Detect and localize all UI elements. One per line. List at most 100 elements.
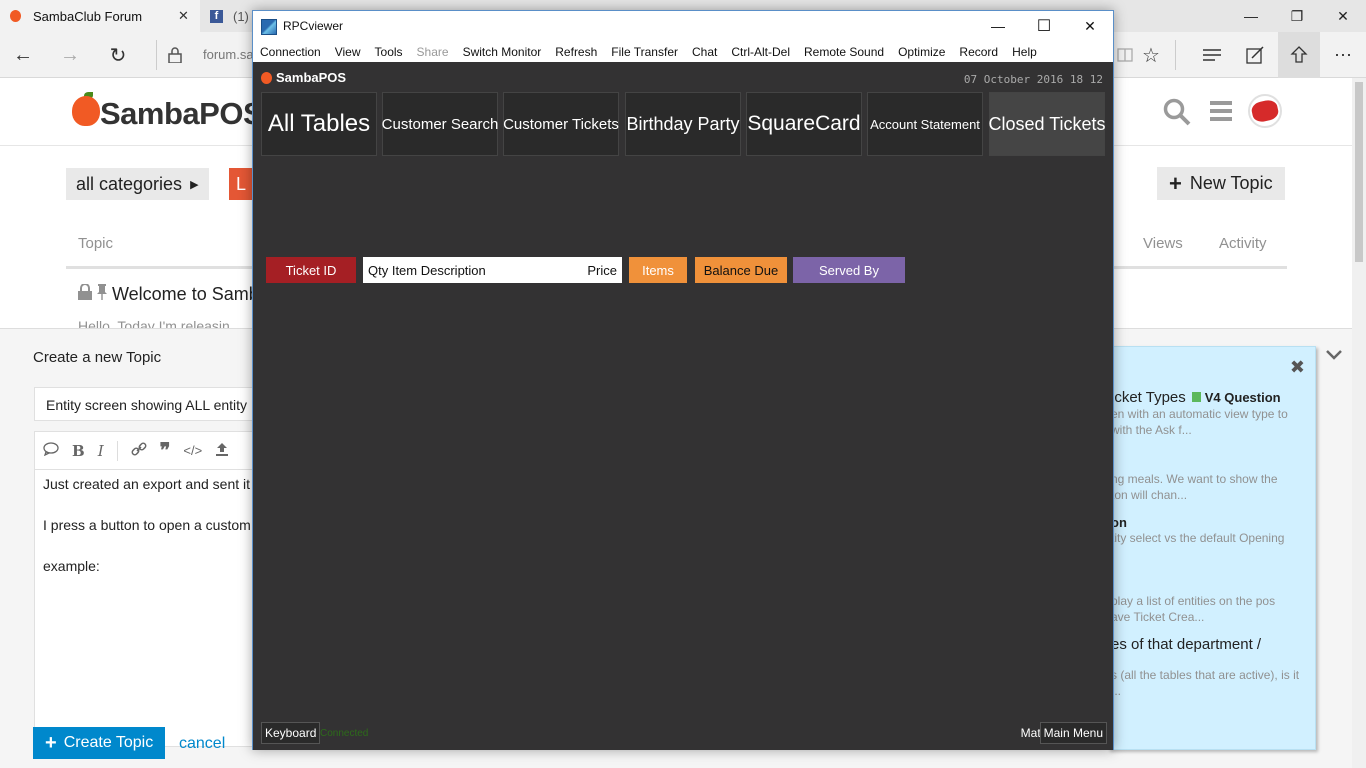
similar-topic-item[interactable]: ng meals. We want to show the ton will c… bbox=[1111, 471, 1315, 503]
menu-connection[interactable]: Connection bbox=[260, 45, 321, 59]
browser-tab-forum[interactable]: SambaClub Forum ✕ bbox=[0, 0, 200, 32]
similar-topic-title[interactable]: es of that department / bbox=[1111, 636, 1315, 653]
similar-topic-title[interactable]: icket Types bbox=[1111, 389, 1186, 406]
browser-restore-button[interactable]: ❐ bbox=[1274, 0, 1320, 32]
latest-nav-button[interactable]: L bbox=[229, 168, 253, 200]
bold-icon[interactable]: B bbox=[72, 442, 85, 460]
rpc-maximize-button[interactable]: ☐ bbox=[1021, 11, 1067, 41]
favorite-star-icon[interactable]: ☆ bbox=[1135, 40, 1167, 70]
hub-icon[interactable] bbox=[1196, 40, 1228, 70]
menu-optimize[interactable]: Optimize bbox=[898, 45, 945, 59]
hamburger-menu-icon[interactable] bbox=[1210, 100, 1232, 127]
browser-tab-facebook[interactable]: f (1) bbox=[200, 0, 254, 32]
browser-minimize-button[interactable]: — bbox=[1228, 0, 1274, 32]
header-price: Price bbox=[587, 262, 617, 278]
more-icon[interactable]: ⋯ bbox=[1327, 40, 1359, 70]
editor-line: Just created an export and sent it bbox=[43, 476, 251, 492]
header-qty-item-description: Qty Item Description bbox=[368, 262, 486, 278]
menu-share[interactable]: Share bbox=[417, 45, 449, 59]
cancel-link[interactable]: cancel bbox=[179, 735, 225, 753]
topic-title-input[interactable]: Entity screen showing ALL entity bbox=[34, 387, 264, 421]
blockquote-icon[interactable]: ❞ bbox=[160, 438, 171, 463]
web-note-icon[interactable] bbox=[1239, 40, 1271, 70]
menu-ctrl-alt-del[interactable]: Ctrl-Alt-Del bbox=[731, 45, 790, 59]
rpcviewer-titlebar[interactable]: RPCviewer — ☐ ✕ bbox=[253, 11, 1113, 41]
composer-editor[interactable]: Just created an export and sent it I pre… bbox=[34, 469, 264, 747]
sambapos-logo: SambaPOS bbox=[261, 70, 346, 85]
rpcviewer-window: RPCviewer — ☐ ✕ Connection View Tools Sh… bbox=[252, 10, 1114, 750]
upload-icon[interactable] bbox=[215, 442, 229, 460]
menu-switch-monitor[interactable]: Switch Monitor bbox=[463, 45, 542, 59]
quote-bubble-icon[interactable] bbox=[43, 441, 59, 460]
entity-button-customer-tickets[interactable]: Customer Tickets bbox=[503, 92, 619, 156]
share-icon[interactable] bbox=[1278, 32, 1320, 78]
editor-toolbar: B I ❞ </> bbox=[34, 431, 264, 469]
pinned-topic-title[interactable]: Welcome to Samb bbox=[112, 284, 259, 305]
menu-remote-sound[interactable]: Remote Sound bbox=[804, 45, 884, 59]
link-icon[interactable] bbox=[131, 441, 147, 461]
similar-topic-item[interactable]: icket Types V4 Question en with an automa… bbox=[1111, 389, 1315, 438]
new-topic-label: New Topic bbox=[1189, 173, 1273, 193]
menu-refresh[interactable]: Refresh bbox=[555, 45, 597, 59]
toolbar-divider bbox=[1175, 40, 1176, 70]
pinned-topic-row[interactable]: Welcome to Samb bbox=[78, 283, 259, 305]
similar-topic-excerpt: play a list of entities on the pos bbox=[1111, 594, 1276, 608]
forum-logo[interactable]: SambaPOS bbox=[100, 96, 264, 132]
menu-view[interactable]: View bbox=[335, 45, 361, 59]
code-icon[interactable]: </> bbox=[183, 443, 202, 458]
rpcviewer-menubar: Connection View Tools Share Switch Monit… bbox=[253, 41, 1113, 62]
similar-topic-excerpt: ave Ticket Crea... bbox=[1111, 610, 1205, 624]
new-topic-button[interactable]: + New Topic bbox=[1157, 167, 1285, 200]
menu-chat[interactable]: Chat bbox=[692, 45, 717, 59]
column-header-topic[interactable]: Topic bbox=[78, 235, 113, 252]
similar-topic-excerpt: ng meals. We want to show the bbox=[1111, 472, 1278, 486]
similar-topic-title[interactable]: on bbox=[1111, 515, 1315, 530]
similar-topic-excerpt: ton will chan... bbox=[1111, 488, 1188, 502]
address-input[interactable]: forum.sa bbox=[203, 47, 254, 62]
column-header-activity[interactable]: Activity bbox=[1219, 235, 1267, 252]
entity-button-squarecard[interactable]: SquareCard bbox=[746, 92, 862, 156]
similar-topic-category[interactable]: V4 Question bbox=[1205, 390, 1281, 405]
header-items: Items bbox=[629, 257, 687, 283]
similar-topic-excerpt: s (all the tables that are active), is i… bbox=[1111, 668, 1300, 682]
entity-button-birthday-party[interactable]: Birthday Party bbox=[625, 92, 741, 156]
entity-button-customer-search[interactable]: Customer Search bbox=[382, 92, 498, 156]
forward-arrow-icon[interactable]: → bbox=[55, 40, 85, 70]
lock-icon bbox=[160, 40, 190, 70]
category-dropdown-label: all categories bbox=[76, 173, 183, 194]
similar-topic-item[interactable]: on tity select vs the default Opening bbox=[1111, 515, 1315, 546]
create-topic-button[interactable]: + Create Topic bbox=[33, 727, 166, 759]
back-arrow-icon[interactable]: ← bbox=[8, 40, 38, 70]
rpc-minimize-button[interactable]: — bbox=[975, 11, 1021, 41]
keyboard-button[interactable]: Keyboard bbox=[261, 722, 321, 744]
rpc-close-button[interactable]: ✕ bbox=[1067, 11, 1113, 41]
menu-help[interactable]: Help bbox=[1012, 45, 1037, 59]
page-scrollbar[interactable] bbox=[1352, 78, 1366, 768]
collapse-chevron-icon[interactable] bbox=[1326, 347, 1342, 365]
similar-topic-item[interactable]: play a list of entities on the pos ave T… bbox=[1111, 593, 1315, 625]
entity-button-closed-tickets[interactable]: Closed Tickets bbox=[988, 92, 1106, 156]
connection-status: Connected bbox=[320, 727, 369, 739]
user-avatar[interactable] bbox=[1248, 94, 1282, 128]
scrollbar-thumb[interactable] bbox=[1355, 82, 1363, 262]
close-tab-icon[interactable]: ✕ bbox=[178, 8, 189, 24]
similar-topic-excerpt: with the Ask f... bbox=[1111, 423, 1192, 437]
entity-button-account-statement[interactable]: Account Statement bbox=[867, 92, 983, 156]
sambapos-remote-screen: SambaPOS 07 October 2016 18 12 All Table… bbox=[253, 62, 1113, 750]
browser-close-button[interactable]: ✕ bbox=[1320, 0, 1366, 32]
category-dropdown[interactable]: all categories ▶ bbox=[66, 168, 209, 200]
entity-button-all-tables[interactable]: All Tables bbox=[261, 92, 377, 156]
menu-tools[interactable]: Tools bbox=[375, 45, 403, 59]
similar-topics-panel: ✖ icket Types V4 Question en with an auto… bbox=[1108, 346, 1316, 750]
sambapos-logo-icon bbox=[261, 71, 272, 84]
italic-icon[interactable]: I bbox=[98, 442, 104, 460]
menu-file-transfer[interactable]: File Transfer bbox=[611, 45, 678, 59]
rpcviewer-app-icon bbox=[261, 19, 277, 35]
refresh-icon[interactable]: ↻ bbox=[103, 40, 133, 70]
menu-record[interactable]: Record bbox=[959, 45, 998, 59]
column-header-views[interactable]: Views bbox=[1143, 235, 1183, 252]
search-icon[interactable] bbox=[1163, 98, 1191, 131]
close-panel-icon[interactable]: ✖ bbox=[1290, 357, 1305, 378]
main-menu-button[interactable]: Main Menu bbox=[1039, 722, 1107, 744]
similar-topic-item[interactable]: es of that department / s (all the table… bbox=[1111, 636, 1315, 699]
